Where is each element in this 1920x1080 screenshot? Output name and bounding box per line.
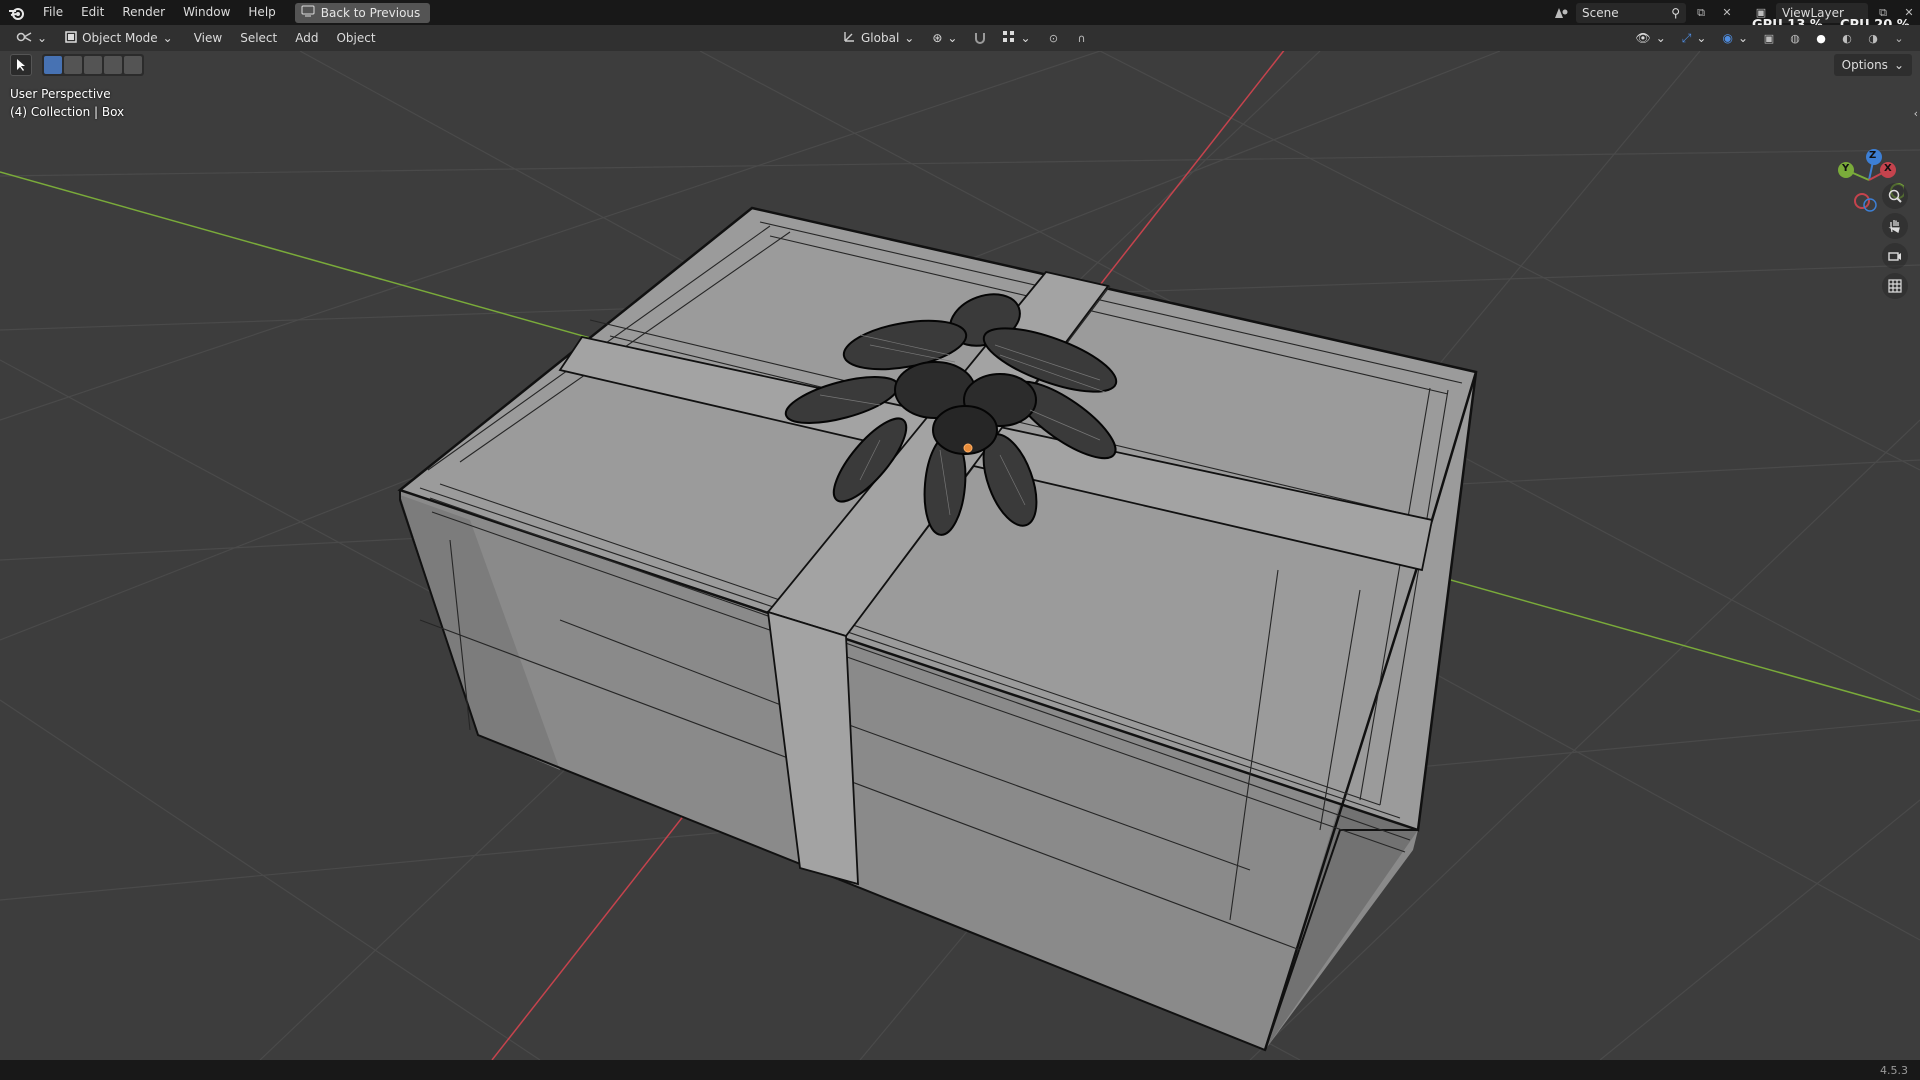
mode-dropdown[interactable]: Object Mode ⌄: [59, 28, 179, 48]
new-scene-icon[interactable]: ⧉: [1690, 3, 1712, 23]
pin-icon[interactable]: ⚲: [1671, 6, 1680, 20]
gizmo-y-label: Y: [1842, 163, 1850, 174]
gizmo-arrows-icon: ⤢: [1681, 30, 1692, 45]
orientation-axes-icon: [842, 30, 856, 47]
tool-settings-row: [10, 53, 144, 77]
select-intersect-icon[interactable]: [124, 56, 142, 74]
status-bar: 4.5.3: [0, 1060, 1920, 1080]
viewport-header: ⌄ Object Mode ⌄ View Select Add Object G…: [0, 25, 1920, 51]
header-menu-select[interactable]: Select: [231, 31, 286, 45]
back-to-previous-label: Back to Previous: [320, 5, 421, 20]
snap-grid-icon: [1003, 30, 1015, 46]
zoom-icon[interactable]: [1882, 183, 1908, 209]
gizmo-z-label: Z: [1869, 150, 1877, 161]
scene-selector-icon[interactable]: [1550, 3, 1572, 23]
select-extend-icon[interactable]: [64, 56, 82, 74]
eye-icon: 👁: [1635, 31, 1651, 45]
pan-hand-icon[interactable]: [1882, 213, 1908, 239]
transform-orientation-dropdown[interactable]: Global ⌄: [836, 28, 920, 48]
header-menu-add[interactable]: Add: [286, 31, 327, 45]
proportional-edit-icon[interactable]: ⊙: [1043, 28, 1065, 48]
chevron-down-icon: ⌄: [37, 31, 48, 45]
visibility-dropdown[interactable]: 👁 ⌄: [1629, 28, 1671, 48]
select-invert-icon[interactable]: [104, 56, 122, 74]
top-menu-bar: File Edit Render Window Help Back to Pre…: [0, 0, 1920, 33]
select-subtract-icon[interactable]: [84, 56, 102, 74]
chevron-down-icon: ⌄: [1893, 58, 1904, 72]
back-screen-icon: [301, 5, 315, 20]
scene-name-field[interactable]: Scene ⚲: [1576, 2, 1686, 23]
gizmo-toggle[interactable]: ⤢ ⌄: [1676, 28, 1713, 48]
object-mode-icon: [65, 30, 77, 46]
snap-toggle-icon[interactable]: [969, 28, 991, 48]
transform-controls: Global ⌄ ⊛ ⌄ ⌄ ⊙ ∩: [836, 28, 1093, 48]
overlays-icon: ◉: [1722, 31, 1733, 45]
rendered-shading-icon[interactable]: ◑: [1862, 28, 1884, 48]
chevron-down-icon: ⌄: [1696, 31, 1707, 45]
viewport-editor-icon: [16, 30, 32, 47]
sidebar-toggle-icon[interactable]: ‹: [1914, 107, 1918, 120]
selection-mode-group: [42, 54, 144, 76]
options-label: Options: [1841, 58, 1888, 72]
3d-viewport[interactable]: Z Y X ‹: [0, 51, 1920, 1060]
header-menu-view[interactable]: View: [185, 31, 231, 45]
scene-canvas: [0, 51, 1920, 1060]
overlays-toggle[interactable]: ◉ ⌄: [1716, 28, 1754, 48]
pivot-point-dropdown[interactable]: ⊛ ⌄: [926, 28, 963, 48]
chevron-down-icon: ⌄: [947, 31, 958, 45]
chevron-down-icon: ⌄: [904, 31, 915, 45]
blender-logo-icon[interactable]: [0, 0, 34, 25]
snap-target-dropdown[interactable]: ⌄: [997, 28, 1036, 48]
menu-window[interactable]: Window: [174, 0, 239, 25]
editor-type-dropdown[interactable]: ⌄: [10, 28, 53, 48]
menu-edit[interactable]: Edit: [72, 0, 113, 25]
back-to-previous-button[interactable]: Back to Previous: [294, 2, 431, 23]
chevron-down-icon: ⌄: [1655, 31, 1666, 45]
select-tool-icon[interactable]: [10, 54, 32, 76]
pivot-icon: ⊛: [932, 31, 943, 45]
ortho-grid-icon[interactable]: [1882, 273, 1908, 299]
viewport-shading-controls: 👁 ⌄ ⤢ ⌄ ◉ ⌄ ▣ ◍ ● ◐ ◑ ⌄: [1629, 28, 1910, 48]
gizmo-x-label: X: [1884, 163, 1892, 174]
delete-scene-icon[interactable]: ✕: [1716, 3, 1738, 23]
collection-label: (4) Collection | Box: [10, 105, 125, 119]
version-label: 4.5.3: [1880, 1064, 1908, 1077]
header-menu-object[interactable]: Object: [327, 31, 384, 45]
chevron-down-icon: ⌄: [162, 31, 173, 45]
chevron-down-icon: ⌄: [1020, 31, 1031, 45]
xray-toggle-icon[interactable]: ▣: [1758, 28, 1780, 48]
select-set-icon[interactable]: [44, 56, 62, 74]
menu-file[interactable]: File: [34, 0, 72, 25]
mode-label: Object Mode: [82, 31, 158, 45]
scene-name: Scene: [1582, 5, 1619, 20]
options-dropdown[interactable]: Options ⌄: [1833, 54, 1912, 76]
falloff-curve-icon[interactable]: ∩: [1071, 28, 1093, 48]
material-shading-icon[interactable]: ◐: [1836, 28, 1858, 48]
wireframe-shading-icon[interactable]: ◍: [1784, 28, 1806, 48]
perspective-label: User Perspective: [10, 87, 111, 101]
blender-window: File Edit Render Window Help Back to Pre…: [0, 0, 1920, 1080]
chevron-down-icon: ⌄: [1737, 31, 1748, 45]
camera-view-icon[interactable]: [1882, 243, 1908, 269]
menu-help[interactable]: Help: [239, 0, 284, 25]
shading-options-icon[interactable]: ⌄: [1888, 28, 1910, 48]
orientation-label: Global: [861, 31, 900, 45]
solid-shading-icon[interactable]: ●: [1810, 28, 1832, 48]
menu-render[interactable]: Render: [113, 0, 174, 25]
object-origin: [963, 443, 973, 453]
